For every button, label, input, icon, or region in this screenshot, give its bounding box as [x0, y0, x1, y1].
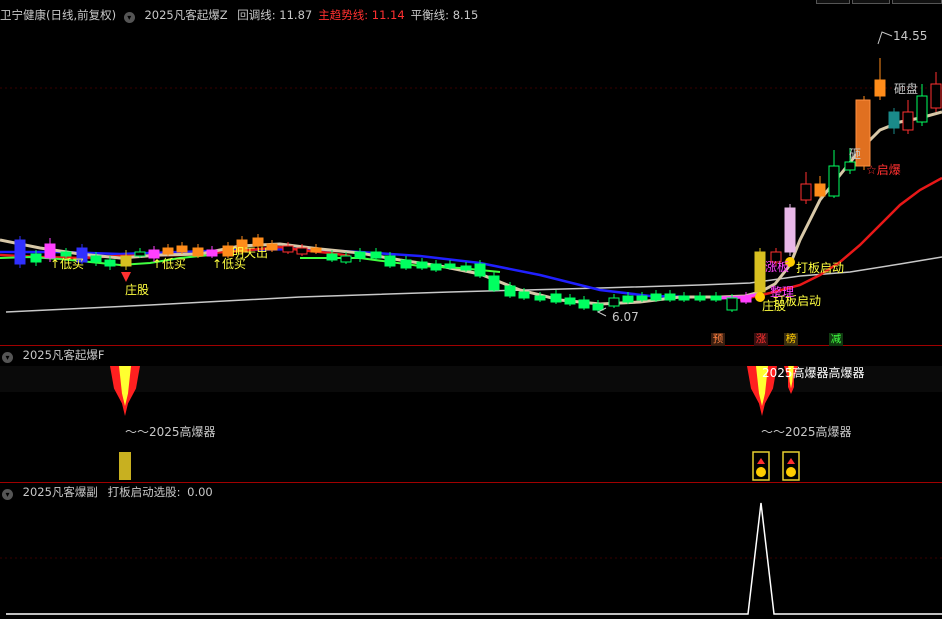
candle-body [636, 295, 648, 301]
candle-body [578, 299, 590, 309]
candle-body [460, 265, 472, 271]
buy-low-label-2: ↑低买 [152, 257, 187, 271]
candle-body [60, 251, 72, 257]
candle-body [340, 255, 352, 263]
candle-body [326, 253, 338, 261]
candle-body [354, 251, 366, 259]
main-trend-line [739, 176, 942, 302]
qibao-label: ☆启爆 [866, 163, 901, 177]
signal-tag-yu: 预 [711, 333, 725, 346]
candle-body [30, 253, 42, 263]
candle-body [14, 239, 26, 265]
zapan-label: 砸盘 [894, 82, 919, 96]
sub2-value: 0.00 [187, 485, 213, 499]
candle-body [400, 259, 412, 269]
candle-body [192, 247, 204, 257]
signal-tag-zhang: 涨 [754, 333, 768, 346]
candle-body [592, 303, 604, 311]
buy-low-label-1: ↑低买 [50, 257, 85, 271]
candle-body [608, 297, 620, 307]
candle-body [650, 293, 662, 301]
candle-body [504, 285, 516, 297]
wu-peng-label: 明天出 [232, 246, 269, 260]
candle-body [916, 95, 928, 123]
sub1-label-left: ～～2025高爆器 [125, 425, 216, 439]
candle-body [710, 295, 722, 301]
candle-body [416, 261, 428, 269]
candle-body [800, 183, 812, 201]
candle-body [784, 207, 796, 253]
candle-body [474, 263, 486, 277]
sub2-indicator-name[interactable]: 2025凡客爆副 [23, 485, 98, 499]
candle-body [206, 249, 218, 257]
sub1-header: ▾ 2025凡客起爆F [0, 347, 111, 363]
sub1-indicator-name[interactable]: 2025凡客起爆F [23, 348, 105, 362]
candle-body [888, 111, 900, 129]
sub-pane-2[interactable]: ▾ 2025凡客爆副 打板启动选股: 0.00 [0, 483, 942, 619]
chevron-down-icon[interactable]: ▾ [2, 352, 13, 363]
sub1-label-top-right: 2025高爆器高爆器 [762, 366, 865, 380]
candle-body [518, 291, 530, 299]
candle-body [550, 293, 562, 303]
candle-body [134, 251, 146, 257]
candle-body [120, 255, 132, 267]
dazhang-label-1: 打板启动 [796, 261, 845, 275]
candle-body [664, 293, 676, 301]
high-price-label: 14.55 [893, 29, 928, 43]
low-price-label: 6.07 [612, 310, 639, 324]
candle-body [622, 295, 634, 303]
candle-body [252, 237, 264, 247]
candle-body [694, 295, 706, 301]
candle-body [444, 263, 456, 269]
candle-body [44, 243, 56, 259]
candle-body [902, 111, 914, 131]
zhuang-gu-label-1: 庄股 [125, 283, 150, 297]
candle-body [104, 259, 116, 267]
candle-body [754, 251, 766, 293]
zhangban-label: 涨板 [765, 260, 790, 274]
candle-body [162, 247, 174, 255]
candle-body [726, 297, 738, 311]
signal-tag-bang: 榜 [784, 333, 798, 346]
zhengli-label: 整理 [770, 285, 795, 299]
chevron-down-icon[interactable]: ▾ [2, 489, 13, 500]
candle-body [370, 251, 382, 259]
candle-body [678, 295, 690, 301]
candle-body [814, 183, 826, 197]
candle-body [874, 79, 886, 97]
candle-body [534, 295, 546, 301]
candle-body [384, 255, 396, 267]
za-label: 砸 [849, 147, 862, 161]
candle-body [430, 263, 442, 271]
candle-body [90, 255, 102, 263]
sub2-header: ▾ 2025凡客爆副 打板启动选股: 0.00 [0, 484, 219, 500]
sub1-label-right: ～～2025高爆器 [761, 425, 852, 439]
signal-tag-jian: 减 [829, 333, 843, 346]
zhuang-marker [121, 272, 131, 282]
high-price-marker [877, 31, 893, 45]
candle-body [828, 165, 840, 197]
candle-body [266, 243, 278, 251]
candle-body [930, 83, 942, 109]
candle-body [282, 245, 294, 253]
candle-body [296, 247, 308, 255]
candle-body [176, 245, 188, 253]
sub2-value-label: 打板启动选股: [107, 485, 181, 499]
candle-body [844, 161, 856, 171]
candle-body [310, 247, 322, 253]
candle-body [564, 297, 576, 305]
candle-body [488, 275, 500, 291]
candle-body [740, 295, 752, 303]
